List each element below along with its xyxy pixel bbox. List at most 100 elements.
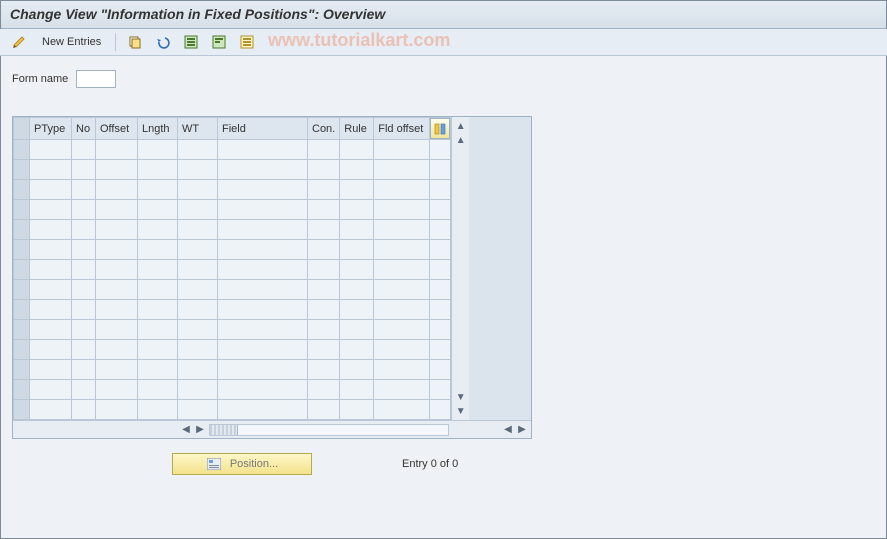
cell[interactable] <box>218 320 308 340</box>
scroll-down2-icon[interactable]: ▼ <box>454 390 468 404</box>
cell[interactable] <box>374 240 430 260</box>
cell[interactable] <box>308 280 340 300</box>
cell[interactable] <box>72 160 96 180</box>
hscroll-thumb[interactable] <box>210 425 238 435</box>
cell[interactable] <box>340 200 374 220</box>
cell[interactable] <box>374 380 430 400</box>
cell[interactable] <box>178 240 218 260</box>
cell[interactable] <box>218 200 308 220</box>
col-wt[interactable]: WT <box>178 118 218 140</box>
cell[interactable] <box>218 300 308 320</box>
cell[interactable] <box>374 400 430 420</box>
configure-columns-icon[interactable] <box>430 118 450 139</box>
cell[interactable] <box>178 200 218 220</box>
row-selector[interactable] <box>14 240 30 260</box>
cell[interactable] <box>218 380 308 400</box>
cell[interactable] <box>218 240 308 260</box>
cell[interactable] <box>138 300 178 320</box>
cell[interactable] <box>138 220 178 240</box>
row-selector[interactable] <box>14 400 30 420</box>
row-selector[interactable] <box>14 300 30 320</box>
cell[interactable] <box>374 160 430 180</box>
cell[interactable] <box>178 280 218 300</box>
cell[interactable] <box>30 140 72 160</box>
cell[interactable] <box>138 180 178 200</box>
cell[interactable] <box>138 200 178 220</box>
cell[interactable] <box>30 180 72 200</box>
row-selector[interactable] <box>14 220 30 240</box>
cell[interactable] <box>72 240 96 260</box>
cell[interactable] <box>96 160 138 180</box>
cell[interactable] <box>178 300 218 320</box>
cell[interactable] <box>340 260 374 280</box>
cell[interactable] <box>138 240 178 260</box>
cell[interactable] <box>96 240 138 260</box>
cell[interactable] <box>96 380 138 400</box>
cell[interactable] <box>308 360 340 380</box>
cell[interactable] <box>96 300 138 320</box>
cell[interactable] <box>30 300 72 320</box>
cell[interactable] <box>96 280 138 300</box>
cell[interactable] <box>178 260 218 280</box>
scroll-right2-icon[interactable]: ▶ <box>515 423 529 437</box>
cell[interactable] <box>308 400 340 420</box>
cell[interactable] <box>138 360 178 380</box>
cell[interactable] <box>96 400 138 420</box>
cell[interactable] <box>72 400 96 420</box>
cell[interactable] <box>72 180 96 200</box>
cell[interactable] <box>72 220 96 240</box>
row-selector[interactable] <box>14 380 30 400</box>
cell[interactable] <box>72 140 96 160</box>
cell[interactable] <box>30 280 72 300</box>
cell[interactable] <box>340 380 374 400</box>
row-selector[interactable] <box>14 360 30 380</box>
position-button[interactable]: Position... <box>172 453 312 475</box>
cell[interactable] <box>178 180 218 200</box>
cell[interactable] <box>30 400 72 420</box>
cell[interactable] <box>72 340 96 360</box>
cell[interactable] <box>308 200 340 220</box>
cell[interactable] <box>72 300 96 320</box>
cell[interactable] <box>96 320 138 340</box>
cell[interactable] <box>218 280 308 300</box>
cell[interactable] <box>374 340 430 360</box>
cell[interactable] <box>138 160 178 180</box>
toggle-edit-icon[interactable] <box>8 32 30 52</box>
select-all-header[interactable] <box>14 118 30 140</box>
cell[interactable] <box>374 140 430 160</box>
deselect-icon[interactable] <box>236 32 258 52</box>
cell[interactable] <box>138 140 178 160</box>
cell[interactable] <box>374 320 430 340</box>
cell[interactable] <box>30 260 72 280</box>
cell[interactable] <box>138 260 178 280</box>
cell[interactable] <box>178 320 218 340</box>
cell[interactable] <box>340 400 374 420</box>
col-lngth[interactable]: Lngth <box>138 118 178 140</box>
cell[interactable] <box>308 180 340 200</box>
cell[interactable] <box>178 140 218 160</box>
cell[interactable] <box>340 220 374 240</box>
cell[interactable] <box>138 380 178 400</box>
cell[interactable] <box>30 200 72 220</box>
row-selector[interactable] <box>14 260 30 280</box>
cell[interactable] <box>340 300 374 320</box>
select-block-icon[interactable] <box>208 32 230 52</box>
cell[interactable] <box>340 180 374 200</box>
col-offset[interactable]: Offset <box>96 118 138 140</box>
cell[interactable] <box>340 320 374 340</box>
cell[interactable] <box>96 140 138 160</box>
cell[interactable] <box>340 280 374 300</box>
cell[interactable] <box>138 400 178 420</box>
cell[interactable] <box>218 340 308 360</box>
cell[interactable] <box>374 360 430 380</box>
cell[interactable] <box>30 160 72 180</box>
cell[interactable] <box>218 160 308 180</box>
scroll-left2-icon[interactable]: ◀ <box>501 423 515 437</box>
scroll-left-icon[interactable]: ◀ <box>179 423 193 437</box>
row-selector[interactable] <box>14 320 30 340</box>
col-rule[interactable]: Rule <box>340 118 374 140</box>
cell[interactable] <box>308 140 340 160</box>
cell[interactable] <box>374 260 430 280</box>
cell[interactable] <box>340 240 374 260</box>
scroll-up-icon[interactable]: ▲ <box>454 119 468 133</box>
